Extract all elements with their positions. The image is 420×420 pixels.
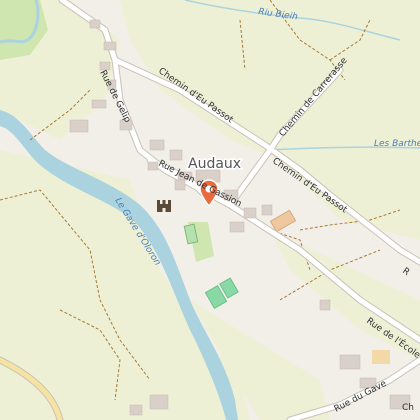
amenity-area — [372, 350, 390, 364]
castle-icon — [157, 200, 171, 212]
place-label-audaux: Audaux — [188, 156, 241, 172]
water-label-barthes: Les Barthe — [374, 139, 420, 149]
road-label-ch: Ch — [402, 403, 414, 413]
map-canvas[interactable]: Audaux Riu Bieih Le Gave d'Oloron Les Ba… — [0, 0, 420, 420]
